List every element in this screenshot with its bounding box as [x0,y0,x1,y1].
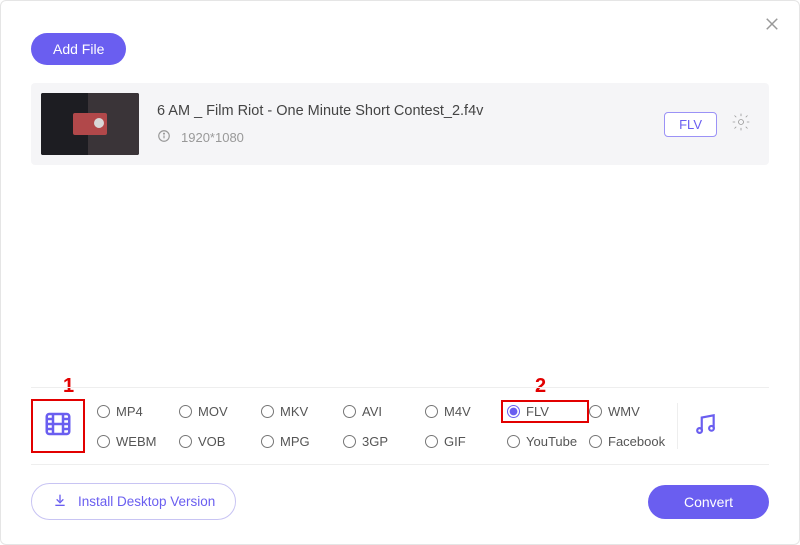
format-label: MPG [280,434,310,449]
format-option-m4v[interactable]: M4V [425,404,507,419]
format-option-gif[interactable]: GIF [425,434,507,449]
formats-bar: MP4 MOV MKV AVI M4V FLV WMV WEBM VOB MPG 3GP GIF You… [31,387,769,465]
format-label: FLV [526,404,549,419]
format-radio-webm[interactable] [97,435,110,448]
file-actions: FLV [664,112,751,137]
format-option-wmv[interactable]: WMV [589,404,671,419]
format-label: MP4 [116,404,143,419]
settings-button[interactable] [731,112,751,137]
format-radio-youtube[interactable] [507,435,520,448]
install-desktop-label: Install Desktop Version [78,494,215,509]
file-card: 6 AM _ Film Riot - One Minute Short Cont… [31,83,769,165]
music-icon [692,424,718,441]
video-formats-tab[interactable] [31,399,85,453]
format-label: WEBM [116,434,156,449]
format-option-avi[interactable]: AVI [343,404,425,419]
gear-icon [731,119,751,136]
info-icon[interactable] [157,129,171,146]
file-meta: 1920*1080 [157,129,664,146]
download-icon [52,492,68,511]
format-option-mkv[interactable]: MKV [261,404,343,419]
film-icon [43,409,73,444]
format-label: Facebook [608,434,665,449]
add-file-button[interactable]: Add File [31,33,126,65]
file-info: 6 AM _ Film Riot - One Minute Short Cont… [157,103,664,146]
format-label: YouTube [526,434,577,449]
format-label: MKV [280,404,308,419]
divider [677,403,678,449]
format-option-mp4[interactable]: MP4 [97,404,179,419]
format-radio-mkv[interactable] [261,405,274,418]
close-icon [763,20,781,37]
format-radio-avi[interactable] [343,405,356,418]
formats-grid: MP4 MOV MKV AVI M4V FLV WMV WEBM VOB MPG 3GP GIF You… [97,398,671,454]
format-radio-m4v[interactable] [425,405,438,418]
file-resolution: 1920*1080 [181,130,244,145]
format-option-vob[interactable]: VOB [179,434,261,449]
format-radio-mov[interactable] [179,405,192,418]
format-radio-facebook[interactable] [589,435,602,448]
format-option-webm[interactable]: WEBM [97,434,179,449]
format-option-3gp[interactable]: 3GP [343,434,425,449]
format-radio-3gp[interactable] [343,435,356,448]
convert-button[interactable]: Convert [648,485,769,519]
format-radio-gif[interactable] [425,435,438,448]
install-desktop-button[interactable]: Install Desktop Version [31,483,236,520]
footer-row: Install Desktop Version Convert [31,483,769,520]
format-radio-flv[interactable] [507,405,520,418]
app-window: Add File 6 AM _ Film Riot - One Minute S… [0,0,800,545]
format-option-youtube[interactable]: YouTube [507,434,589,449]
audio-formats-tab[interactable] [692,411,718,442]
format-option-facebook[interactable]: Facebook [589,434,671,449]
file-title: 6 AM _ Film Riot - One Minute Short Cont… [157,103,664,119]
format-option-flv[interactable]: FLV [501,400,589,423]
format-label: 3GP [362,434,388,449]
close-button[interactable] [763,15,781,38]
format-label: MOV [198,404,228,419]
format-label: M4V [444,404,471,419]
format-label: WMV [608,404,640,419]
bottom-panel: MP4 MOV MKV AVI M4V FLV WMV WEBM VOB MPG 3GP GIF You… [1,387,799,544]
format-option-mov[interactable]: MOV [179,404,261,419]
video-thumbnail[interactable] [41,93,139,155]
format-radio-wmv[interactable] [589,405,602,418]
top-area: Add File 6 AM _ Film Riot - One Minute S… [1,1,799,165]
format-radio-vob[interactable] [179,435,192,448]
format-radio-mp4[interactable] [97,405,110,418]
format-option-mpg[interactable]: MPG [261,434,343,449]
output-format-chip[interactable]: FLV [664,112,717,137]
format-label: AVI [362,404,382,419]
format-label: VOB [198,434,225,449]
format-radio-mpg[interactable] [261,435,274,448]
format-label: GIF [444,434,466,449]
